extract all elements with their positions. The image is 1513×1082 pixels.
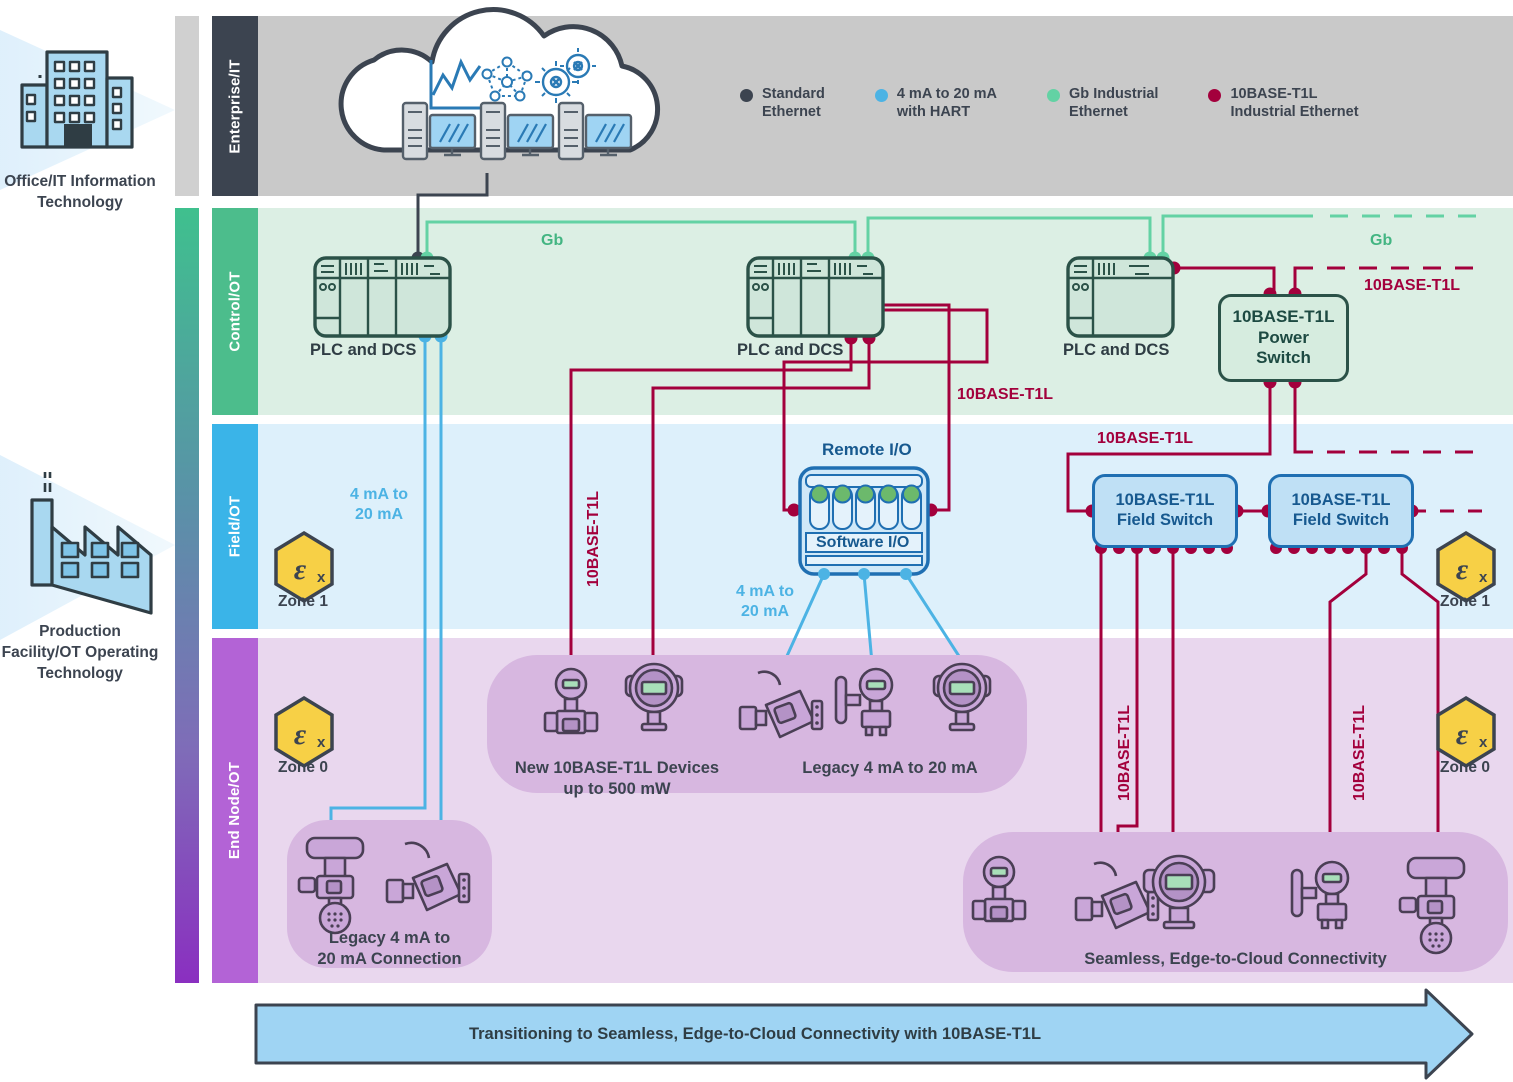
svg-text:x: x bbox=[1479, 734, 1488, 751]
transition-banner-label: Transitioning to Seamless, Edge-to-Cloud… bbox=[468, 1025, 1042, 1043]
monitor-icon bbox=[506, 113, 555, 157]
plc-2-label: PLC and DCS bbox=[737, 341, 844, 359]
remote-io-software-label: Software I/O bbox=[816, 534, 910, 551]
t1l-label-field: 10BASE-T1L bbox=[1097, 430, 1194, 447]
svg-text:x: x bbox=[317, 734, 326, 751]
legend-dot-icon bbox=[874, 89, 888, 102]
gb-label-left: Gb bbox=[541, 232, 564, 249]
band-tab-endnode: End Node/OT bbox=[212, 638, 258, 983]
svg-text:x: x bbox=[1479, 569, 1488, 586]
plc-1-graphic bbox=[313, 256, 452, 338]
legend-label: 10BASE-T1L Industrial Ethernet bbox=[1230, 86, 1359, 120]
zone-label-right-end: Zone 0 bbox=[1440, 759, 1490, 776]
legend-dot-icon bbox=[1208, 89, 1222, 102]
power-switch[interactable]: 10BASE-T1L Power Switch bbox=[1218, 294, 1349, 382]
field-switch-1[interactable]: 10BASE-T1L Field Switch bbox=[1092, 474, 1238, 548]
plc-3-label: PLC and DCS bbox=[1063, 341, 1170, 359]
zone-label-left-end: Zone 0 bbox=[278, 759, 328, 776]
t1l-label-vertical-mid-right: 10BASE-T1L bbox=[1116, 704, 1134, 802]
svg-text:ε: ε bbox=[1456, 718, 1469, 751]
plc-3-graphic bbox=[1066, 256, 1175, 338]
group-legacy-mid-label: Legacy 4 mA to 20 mA bbox=[802, 759, 978, 777]
svg-text:x: x bbox=[317, 569, 326, 586]
remote-io-title: Remote I/O bbox=[822, 440, 912, 459]
gb-label-right: Gb bbox=[1370, 232, 1393, 249]
legend-item-4-20ma-hart: 4 mA to 20 mA with HART bbox=[874, 86, 998, 121]
field-switch-2[interactable]: 10BASE-T1L Field Switch bbox=[1268, 474, 1414, 548]
group-new-t1l-label: New 10BASE-T1L Devices up to 500 mW bbox=[514, 759, 720, 798]
legend-item-10base-t1l: 10BASE-T1L Industrial Ethernet bbox=[1208, 86, 1359, 121]
remote-io-module bbox=[798, 466, 930, 576]
zone-label-right-field: Zone 1 bbox=[1440, 593, 1490, 610]
plc-1-label: PLC and DCS bbox=[310, 341, 417, 359]
legend: Standard Ethernet 4 mA to 20 mA with HAR… bbox=[740, 86, 1359, 121]
svg-text:ε: ε bbox=[1456, 553, 1469, 586]
band-label-endnode: End Node/OT bbox=[226, 761, 244, 860]
band-tab-enterprise: Enterprise/IT bbox=[212, 16, 258, 196]
diagram-canvas: ε x ε x ε x ε x Office/IT Information Te… bbox=[0, 0, 1513, 1082]
t1l-label-right-control: 10BASE-T1L bbox=[1364, 277, 1461, 294]
legend-dot-icon bbox=[740, 89, 753, 102]
band-tab-field: Field/OT bbox=[212, 424, 258, 629]
zone-label-left-field: Zone 1 bbox=[278, 593, 328, 610]
t1l-label-vertical-far-right: 10BASE-T1L bbox=[1351, 704, 1369, 802]
server-icon bbox=[479, 101, 507, 161]
sidebar-production-label: Production Facility/OT Operating Technol… bbox=[1, 623, 159, 682]
band-tab-control: Control/OT bbox=[212, 208, 258, 415]
band-label-control: Control/OT bbox=[226, 271, 244, 352]
band-label-field: Field/OT bbox=[226, 495, 244, 558]
ma-label-remote-io: 4 mA to 20 mA bbox=[735, 583, 795, 620]
t1l-label-vertical-left: 10BASE-T1L bbox=[585, 490, 603, 588]
monitor-icon bbox=[428, 113, 477, 157]
legend-item-standard-ethernet: Standard Ethernet bbox=[740, 86, 825, 121]
group-legacy-left-label: Legacy 4 mA to 20 mA Connection bbox=[317, 929, 462, 968]
legend-label: 4 mA to 20 mA with HART bbox=[896, 86, 998, 120]
ma-label-left: 4 mA to 20 mA bbox=[349, 486, 409, 523]
legend-item-gb-industrial-ethernet: Gb Industrial Ethernet bbox=[1047, 86, 1158, 121]
svg-text:ε: ε bbox=[294, 553, 307, 586]
plc-2-graphic bbox=[746, 256, 885, 338]
server-icon bbox=[401, 101, 429, 161]
monitor-icon bbox=[584, 113, 633, 157]
legend-dot-icon bbox=[1047, 89, 1061, 102]
sidebar-office-label: Office/IT Information Technology bbox=[4, 173, 156, 211]
server-icon bbox=[557, 101, 585, 161]
legend-label: Gb Industrial Ethernet bbox=[1069, 86, 1159, 120]
svg-text:ε: ε bbox=[294, 718, 307, 751]
group-seamless-label: Seamless, Edge-to-Cloud Connectivity bbox=[1084, 950, 1387, 968]
t1l-label-control: 10BASE-T1L bbox=[957, 386, 1054, 403]
legend-label: Standard Ethernet bbox=[762, 86, 825, 120]
band-label-enterprise: Enterprise/IT bbox=[226, 58, 244, 154]
